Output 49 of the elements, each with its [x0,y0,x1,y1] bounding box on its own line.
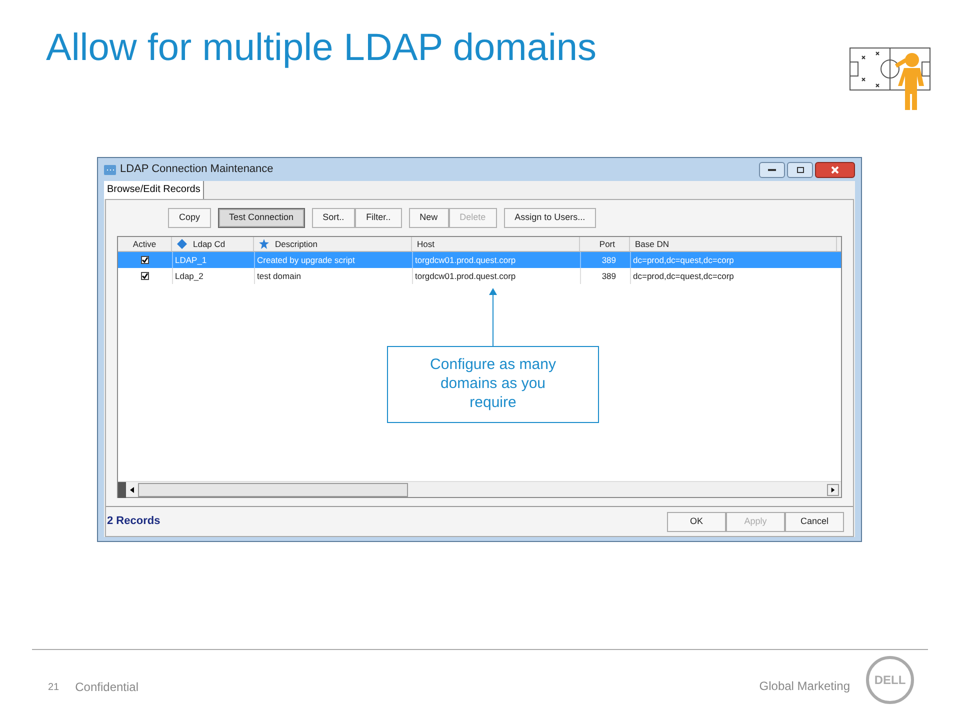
window-title: LDAP Connection Maintenance [120,162,274,178]
callout-text: Configure as many domains as you require [387,346,599,423]
column-header: Active [132,238,156,250]
active-checkbox[interactable] [141,272,149,280]
table-cell: test domain [257,270,301,282]
close-button[interactable] [815,162,855,178]
table-cell: torgdcw01.prod.quest.corp [415,270,516,282]
page-number: 21 [48,680,60,694]
horizontal-scrollbar[interactable] [118,481,841,497]
minimize-button[interactable] [759,162,785,178]
diamond-icon [177,239,187,249]
department: Global Marketing [759,678,850,695]
table-cell: LDAP_1 [175,254,207,266]
scroll-right-icon [827,484,839,496]
toolbar-button[interactable]: Copy [168,208,212,228]
table-cell: dc=prod,dc=quest,dc=corp [633,270,734,282]
record-count: 2 Records [107,514,160,530]
table-cell: 389 [602,254,616,266]
scrollbar-thumb[interactable] [138,482,408,496]
table-cell: 389 [602,270,616,282]
check-icon [142,257,148,263]
arrow [489,288,497,346]
toolbar-button[interactable]: Assign to Users... [504,208,596,228]
toolbar-button[interactable]: New [408,208,449,228]
dialog-button[interactable]: Cancel [785,512,844,532]
column-header: Base DN [635,238,670,250]
table-cell: torgdcw01.prod.quest.corp [415,254,516,266]
star-icon [259,239,269,249]
column-header: Ldap Cd [193,238,226,250]
slide-title: Allow for multiple LDAP domains [46,26,597,71]
table-cell: dc=prod,dc=quest,dc=corp [633,254,734,266]
table-cell: Ldap_2 [175,270,204,282]
table-cell: Created by upgrade script [257,254,355,266]
toolbar-button[interactable]: Filter.. [355,208,402,228]
check-icon [142,273,148,279]
tab[interactable]: Browse/Edit Records [104,181,204,199]
dialog-button[interactable]: OK [667,512,726,532]
close-icon [831,166,839,174]
scrollbar-block [118,482,126,498]
toolbar-button[interactable]: Sort.. [312,208,356,228]
column-header: Host [417,238,434,250]
app-icon [104,164,116,174]
column-header: Description [275,238,318,250]
footer-label: Confidential [75,679,138,696]
active-checkbox[interactable] [141,256,149,264]
toolbar-button[interactable]: Test Connection [218,208,305,228]
column-header: Port [599,238,615,250]
dell-logo: DELL [866,656,914,704]
maximize-button[interactable] [787,162,813,178]
